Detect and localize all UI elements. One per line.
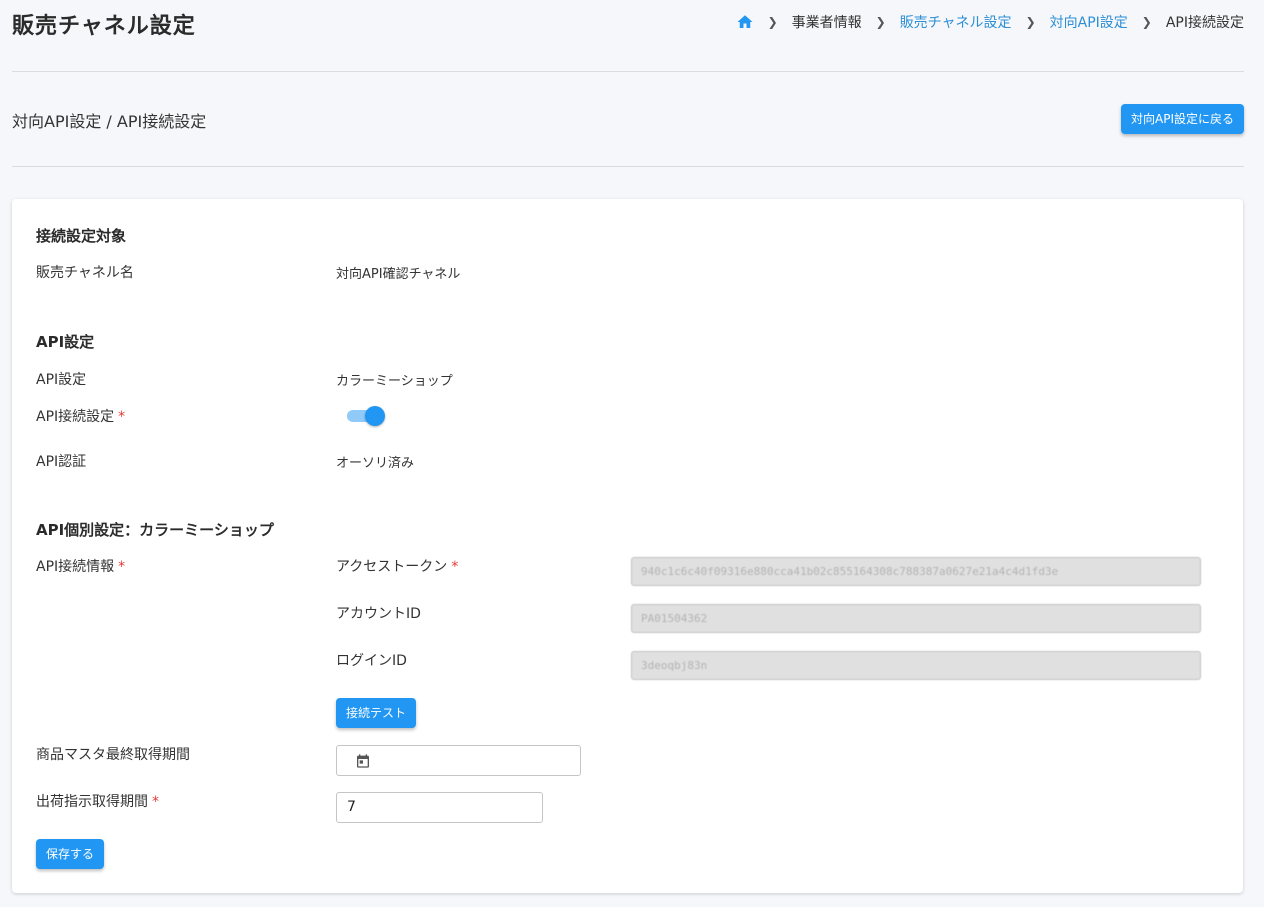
settings-card: 接続設定対象 販売チャネル名 対向API確認チャネル API設定 API設定 カ…	[12, 199, 1243, 893]
product-master-date-input[interactable]	[336, 745, 581, 776]
page-title: 販売チャネル設定	[12, 14, 196, 39]
breadcrumb-item-sales-channel[interactable]: 販売チャネル設定	[900, 12, 1012, 32]
breadcrumb-separator-icon: ❯	[1025, 15, 1036, 29]
breadcrumb-separator-icon: ❯	[1141, 15, 1152, 29]
divider	[12, 166, 1244, 167]
api-connection-label-text: API接続設定	[36, 409, 115, 425]
api-auth-value: オーソリ済み	[336, 456, 415, 471]
channel-name-value: 対向API確認チャネル	[336, 267, 461, 282]
channel-name-label: 販売チャネル名	[36, 265, 134, 281]
api-value: カラーミーショップ	[336, 374, 453, 389]
access-token-field[interactable]: 940c1c6c40f09316e880cca41b02c855164308c7…	[631, 557, 1201, 586]
api-connection-toggle[interactable]	[347, 405, 387, 427]
required-mark: *	[118, 559, 126, 575]
section-title-connection-target: 接続設定対象	[36, 227, 127, 245]
shipping-period-label: 出荷指示取得期間 *	[36, 791, 159, 811]
login-id-field[interactable]: 3deoqbj83n	[631, 651, 1201, 680]
account-id-label: アカウントID	[336, 606, 421, 622]
required-mark: *	[152, 794, 159, 810]
breadcrumb-separator-icon: ❯	[767, 15, 778, 29]
api-connection-info-label-text: API接続情報	[36, 559, 115, 575]
access-token-label: アクセストークン *	[336, 556, 458, 576]
breadcrumb-item-business-info: 事業者情報	[791, 15, 862, 31]
back-to-api-settings-button[interactable]: 対向API設定に戻る	[1121, 104, 1244, 134]
required-mark: *	[118, 409, 126, 425]
login-id-label: ログインID	[336, 653, 407, 669]
shipping-period-input[interactable]: 7	[336, 792, 543, 823]
api-auth-label: API認証	[36, 454, 87, 470]
required-mark: *	[451, 559, 459, 575]
breadcrumb-separator-icon: ❯	[875, 15, 886, 29]
section-title-api-settings: API設定	[36, 333, 95, 351]
breadcrumb-item-api-settings[interactable]: 対向API設定	[1050, 12, 1128, 32]
product-master-label: 商品マスタ最終取得期間	[36, 747, 190, 763]
section-title-individual-settings: API個別設定：カラーミーショップ	[36, 521, 274, 539]
api-connection-info-label: API接続情報 *	[36, 556, 125, 576]
breadcrumb-item-current: API接続設定	[1165, 15, 1244, 31]
access-token-label-text: アクセストークン	[336, 559, 448, 575]
divider	[12, 71, 1244, 72]
sub-heading: 対向API設定 / API接続設定	[12, 112, 207, 131]
api-connection-label: API接続設定 *	[36, 406, 125, 426]
shipping-period-label-text: 出荷指示取得期間	[36, 794, 148, 810]
account-id-field[interactable]: PA01504362	[631, 604, 1201, 633]
breadcrumb: ❯ 事業者情報 ❯ 販売チャネル設定 ❯ 対向API設定 ❯ API接続設定	[736, 12, 1244, 32]
toggle-thumb	[365, 406, 385, 426]
api-label: API設定	[36, 372, 87, 388]
calendar-icon[interactable]	[355, 753, 371, 769]
connection-test-button[interactable]: 接続テスト	[336, 698, 417, 728]
home-icon[interactable]	[736, 13, 754, 31]
save-button[interactable]: 保存する	[36, 839, 105, 869]
